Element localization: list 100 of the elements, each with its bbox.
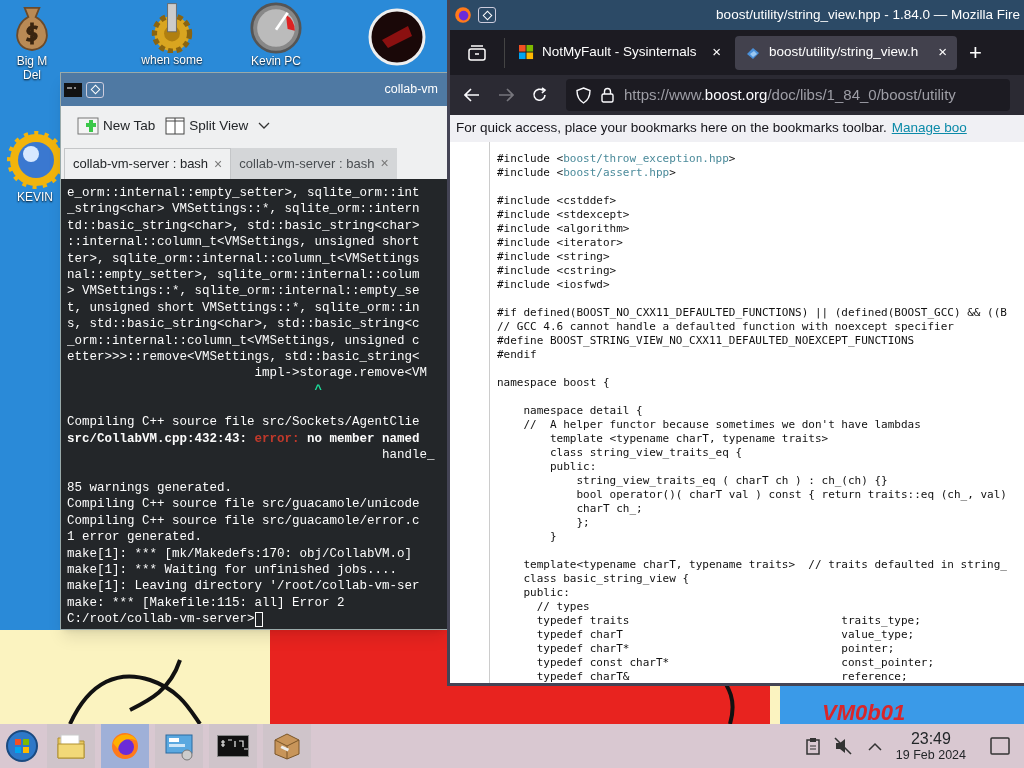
terminal-line: t, unsigned short VMSettings::*, sqlite_orm::in — [67, 299, 421, 317]
forward-arrow-icon[interactable] — [498, 88, 514, 102]
chevron-up-icon[interactable] — [867, 741, 882, 751]
code-line: #include <iosfwd> — [497, 278, 611, 292]
code-line: // A helper functor because sometimes we don't have lambdas — [522, 418, 922, 432]
code-line: #include <algorithm> — [497, 222, 631, 236]
code-line: // GCC 4.6 cannot handle a defaulted function with noexcept specifier — [497, 320, 955, 334]
code-line: #include <cstring> — [497, 264, 618, 278]
pin-icon[interactable] — [478, 7, 496, 23]
code-text: > — [669, 166, 676, 180]
terminal-line: impl->storage.remove<VM — [253, 365, 429, 382]
clock[interactable]: 23:49 19 Feb 2024 — [895, 730, 966, 762]
code-line: class basic_string_view { — [522, 572, 691, 586]
terminal-line: e_orm::internal::empty_setter>, sqlite_orm::int — [67, 185, 421, 202]
pin-icon[interactable] — [86, 81, 104, 98]
code-line: #include <string> — [497, 250, 611, 264]
terminal-line: Compiling C++ source file src/guacamole/error.c — [67, 512, 421, 530]
terminal-line: Compiling C++ source file src/guacamole/unicode — [67, 496, 421, 513]
terminal-line: Compiling C++ source file src/Sockets/AgentClie — [67, 414, 421, 431]
speaker-muted-icon[interactable] — [833, 737, 854, 755]
code-line: public: — [522, 586, 571, 600]
firefox-icon — [110, 731, 140, 761]
terminal-line: ter>, sqlite_orm::internal::column_t<VMSettings — [67, 250, 421, 267]
new-tab-icon[interactable]: + — [969, 41, 982, 64]
terminal-line: make[1]: *** [mk/Makedefs:170: obj/CollabVM.o] — [67, 545, 414, 562]
code-line: #include <iterator> — [497, 236, 624, 250]
code-line: string_view_traits_eq ( charT ch ) : ch_(ch) {} — [575, 474, 889, 488]
code-line: template <typename charT, typename traits> — [548, 432, 830, 446]
terminal-line: _orm::internal::column_t<VMSettings, unsigned c — [67, 332, 421, 349]
terminal-icon — [217, 735, 249, 757]
desktop-icon-label[interactable]: when some — [141, 53, 203, 67]
caret-marker: ^ — [313, 381, 324, 399]
terminal-line: > VMSettings::*, sqlite_orm::internal::empty_se — [67, 283, 421, 300]
code-line: #define BOOST_STRING_VIEW_NO_CXX11_DEFAULTED_NOEXCEPT_FUNCTIONS — [497, 334, 916, 348]
code-line: #if defined(BOOST_NO_CXX11_DEFAULTED_FUNCTIONS) || (defined(BOOST_GCC) && ((B — [497, 306, 1007, 320]
code-line: typedef charT value_type; — [535, 628, 916, 642]
code-text: #include < — [497, 166, 564, 180]
show-desktop-icon[interactable] — [990, 737, 1010, 755]
include-link[interactable]: boost/assert.hpp — [563, 166, 670, 180]
package-icon — [272, 731, 302, 761]
address-bar[interactable]: https://www.boost.org/doc/libs/1_84_0/boost/utility — [566, 79, 1010, 111]
terminal-line: td::basic_string<char>, std::basic_string<char> — [67, 217, 421, 235]
chevron-down-icon — [258, 122, 271, 130]
code-line: namespace boost { — [497, 376, 611, 390]
new-tab-icon — [77, 116, 99, 136]
split-view-button[interactable]: Split View — [165, 115, 271, 137]
desktop-icon-label[interactable]: Del — [23, 68, 41, 82]
browser-tab[interactable]: NotMyFault - Sysinternals × — [509, 35, 731, 70]
error-message: no member named — [307, 430, 420, 448]
code-line: bool operator()( charT val ) const { return traits::eq (ch_, val) — [575, 488, 1007, 502]
start-orb-icon[interactable] — [5, 729, 39, 763]
code-line: class string_view_traits_eq { — [548, 446, 744, 460]
close-icon[interactable]: × — [938, 41, 947, 64]
gauge-icon — [250, 2, 302, 54]
folder-icon — [56, 732, 86, 760]
code-line: // types — [535, 600, 591, 614]
error-label: error: — [254, 430, 300, 448]
window-title: collab-vm — [384, 81, 438, 99]
terminal-line: s, std::basic_string<char>, std::basic_string<c — [67, 316, 421, 333]
terminal-line: 85 warnings generated. — [67, 480, 234, 497]
terminal-icon — [64, 82, 82, 97]
terminal-tab[interactable]: collab-vm-server : bash × — [231, 148, 397, 179]
desktop-icon-label[interactable]: Big M — [16, 54, 48, 68]
wallpaper-text: VM0b01 — [822, 702, 906, 724]
error-location: src/CollabVM.cpp:432:43: — [67, 430, 248, 448]
terminal-line: etter>>>::remove<VMSettings, std::basic_string< — [67, 348, 421, 366]
close-icon[interactable]: × — [214, 153, 223, 175]
code-line: typedef charT* pointer; — [535, 642, 896, 656]
code-line: typedef traits traits_type; — [535, 614, 922, 628]
terminal-line: make[1]: *** Waiting for unfinished jobs.... — [67, 562, 399, 579]
bookmarks-hint: For quick access, place your bookmarks here on the bookmarks toolbar. — [456, 119, 887, 138]
shield-icon — [576, 86, 591, 104]
reload-icon[interactable] — [532, 87, 548, 103]
shell-prompt: C:/root/collab-vm-server> — [67, 611, 255, 628]
terminal-line: nal::empty_setter>, sqlite_orm::internal::colum — [67, 266, 421, 284]
tab-overview-icon[interactable] — [468, 44, 486, 61]
manage-bookmarks-link[interactable]: Manage boo — [891, 118, 967, 139]
code-line: #endif — [497, 348, 538, 362]
terminal-line: make: *** [Makefile:115: all] Error 2 — [67, 594, 346, 612]
browser-tab[interactable]: boost/utility/string_view.h × — [735, 35, 957, 70]
code-line: template<typename charT, typename traits> // traits defaulted in string_ — [522, 558, 1007, 572]
code-line: typedef const charT* const_pointer; — [535, 656, 936, 670]
code-line: charT ch_; — [575, 502, 644, 516]
terminal-line: ::internal::column_t<VMSettings, unsigned short — [67, 234, 421, 251]
close-icon[interactable]: × — [712, 41, 721, 64]
code-text: #include < — [497, 152, 564, 166]
terminal-line: make[1]: Leaving directory '/root/collab-vm-ser — [67, 578, 421, 595]
desktop-icon-label[interactable]: Kevin PC — [251, 54, 301, 68]
new-tab-button[interactable]: New Tab — [77, 115, 156, 137]
split-view-icon — [165, 116, 186, 136]
include-link[interactable]: boost/throw_exception.hpp — [563, 152, 729, 166]
back-arrow-icon[interactable] — [464, 88, 480, 102]
code-line: #include <cstddef> — [497, 194, 618, 208]
clipboard-icon[interactable] — [805, 737, 820, 755]
desktop-icon-label[interactable]: KEVIN — [17, 190, 53, 204]
terminal-tab[interactable]: collab-vm-server : bash × — [64, 148, 232, 179]
taskbar-app[interactable] — [209, 724, 257, 768]
text-cursor — [254, 611, 263, 627]
close-icon[interactable]: × — [380, 153, 389, 174]
monitor-icon — [163, 731, 195, 761]
